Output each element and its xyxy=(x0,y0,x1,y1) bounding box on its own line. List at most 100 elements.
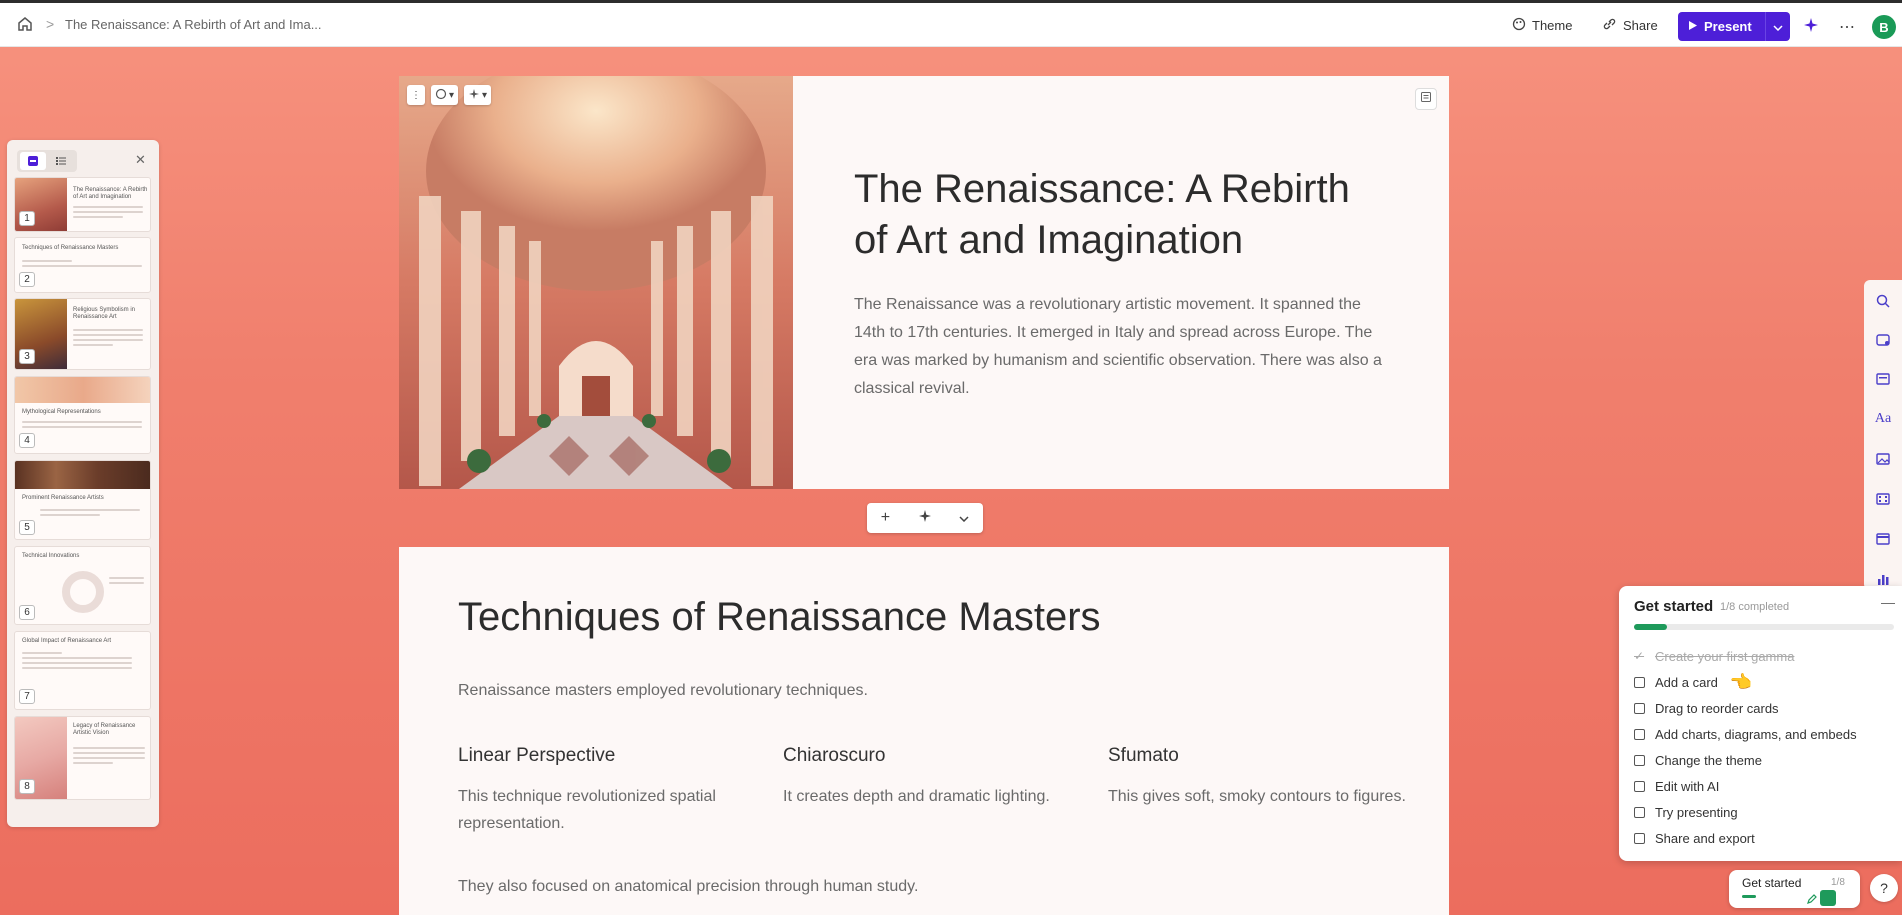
get-started-button[interactable]: Get started 1/8 xyxy=(1729,870,1860,908)
doc-title[interactable]: The Renaissance: A Rebirth of Art and Im… xyxy=(65,17,322,32)
thumbnail-number: 3 xyxy=(19,349,35,364)
card-title[interactable]: The Renaissance: A Rebirth of Art and Im… xyxy=(854,164,1374,266)
technique-column-1[interactable]: Linear Perspective This technique revolu… xyxy=(458,745,758,837)
technique-column-3[interactable]: Sfumato This gives soft, smoky contours … xyxy=(1108,745,1408,810)
card-notes-button[interactable] xyxy=(1415,88,1437,110)
image-icon[interactable] xyxy=(1874,450,1892,468)
card-ai-button[interactable]: ▾ xyxy=(464,85,492,105)
chevron-down-icon[interactable] xyxy=(959,509,969,527)
card-intro[interactable]: Renaissance masters employed revolutiona… xyxy=(458,682,868,700)
add-card-icon[interactable]: + xyxy=(881,509,890,527)
insert-tool-rail: Aa xyxy=(1864,280,1902,590)
list-view-button[interactable] xyxy=(48,152,74,170)
video-icon[interactable] xyxy=(1874,490,1892,508)
column-text: This gives soft, smoky contours to figur… xyxy=(1108,788,1406,805)
edit-icon xyxy=(1806,892,1818,910)
checklist-item-label: Add a card xyxy=(1655,674,1718,690)
ai-sparkle-icon[interactable] xyxy=(1803,17,1819,38)
checkbox[interactable] xyxy=(1634,754,1645,766)
thumbnail-title: Mythological Representations xyxy=(22,409,101,415)
chevron-down-icon: ▾ xyxy=(449,89,455,101)
theme-label: Theme xyxy=(1532,17,1573,33)
checkbox[interactable] xyxy=(1634,832,1645,844)
present-options-button[interactable] xyxy=(1766,18,1790,36)
pointing-hand-icon: 👈 xyxy=(1729,671,1753,692)
card-thumbnail-6[interactable]: Technical Innovations 6 xyxy=(14,546,151,625)
checklist: ✓ Create your first gamma Add a card 👈 Dra… xyxy=(1634,643,1857,851)
card-thumbnail-8[interactable]: Legacy of Renaissance Artistic Vision 8 xyxy=(14,716,151,800)
title-card[interactable]: ⋮ ▾ ▾ The Renaissance: A Rebirth of Art … xyxy=(399,76,1449,489)
view-toggle xyxy=(17,150,77,172)
card-image[interactable] xyxy=(399,76,793,489)
thumbnail-number: 7 xyxy=(19,689,35,704)
thumbnail-title: Prominent Renaissance Artists xyxy=(22,495,104,501)
link-icon xyxy=(1602,17,1617,34)
checkbox[interactable] xyxy=(1634,702,1645,714)
layout-icon[interactable] xyxy=(1874,331,1892,349)
checklist-item[interactable]: Share and export xyxy=(1634,825,1857,851)
checkbox[interactable] xyxy=(1634,806,1645,818)
techniques-card[interactable]: Techniques of Renaissance Masters Renais… xyxy=(399,547,1449,915)
thumbnail-title: The Renaissance: A Rebirth of Art and Im… xyxy=(73,187,148,200)
get-started-count: 1/8 xyxy=(1831,877,1845,888)
thumbnail-title: Legacy of Renaissance Artistic Vision xyxy=(73,723,136,736)
thumbnail-title: Technical Innovations xyxy=(22,553,80,559)
technique-column-2[interactable]: Chiaroscuro It creates depth and dramati… xyxy=(783,745,1083,810)
checkbox[interactable] xyxy=(1634,676,1645,688)
search-icon[interactable] xyxy=(1874,292,1892,310)
checklist-item-label: Create your first gamma xyxy=(1655,648,1795,664)
card-thumbnail-5[interactable]: Prominent Renaissance Artists 5 xyxy=(14,460,151,540)
checkbox[interactable] xyxy=(1634,780,1645,792)
card-thumbnail-3[interactable]: Religious Symbolism in Renaissance Art 3 xyxy=(14,298,151,370)
present-label: Present xyxy=(1704,19,1752,34)
embed-icon[interactable] xyxy=(1874,530,1892,548)
vertical-dots-icon: ⋮ xyxy=(411,89,421,101)
thumbnail-number: 5 xyxy=(19,520,35,535)
notes-icon xyxy=(1420,90,1432,108)
home-icon[interactable] xyxy=(16,15,34,33)
mini-progress-bar xyxy=(1742,895,1756,898)
more-options-icon[interactable]: ⋯ xyxy=(1839,17,1855,37)
thumbnail-view-button[interactable] xyxy=(20,152,46,170)
checklist-item[interactable]: Change the theme xyxy=(1634,747,1857,773)
minimize-icon[interactable]: — xyxy=(1881,594,1895,610)
checklist-item[interactable]: ✓ Create your first gamma xyxy=(1634,643,1857,669)
card-outro[interactable]: They also focused on anatomical precisio… xyxy=(458,878,918,896)
theme-button[interactable]: Theme xyxy=(1506,12,1578,38)
ai-sparkle-icon[interactable] xyxy=(918,509,932,528)
add-card-toolbar: + xyxy=(867,503,983,533)
chevron-down-icon: ▾ xyxy=(482,89,488,101)
present-button-group: Present xyxy=(1678,12,1790,41)
card-title[interactable]: Techniques of Renaissance Masters xyxy=(458,595,1101,640)
present-button[interactable]: Present xyxy=(1678,12,1766,41)
share-label: Share xyxy=(1623,17,1658,33)
column-text: This technique revolutionized spatial re… xyxy=(458,788,716,832)
checkbox[interactable] xyxy=(1634,728,1645,740)
checklist-item[interactable]: Try presenting xyxy=(1634,799,1857,825)
share-button[interactable]: Share xyxy=(1596,12,1664,38)
help-button[interactable]: ? xyxy=(1870,874,1898,902)
avatar[interactable]: B xyxy=(1872,15,1896,39)
checklist-item[interactable]: Add charts, diagrams, and embeds xyxy=(1634,721,1857,747)
card-style-button[interactable]: ▾ xyxy=(431,85,459,105)
card-body[interactable]: The Renaissance was a revolutionary arti… xyxy=(854,291,1384,403)
checklist-item-label: Add charts, diagrams, and embeds xyxy=(1655,726,1857,742)
checklist-item[interactable]: Drag to reorder cards xyxy=(1634,695,1857,721)
card-thumbnail-1[interactable]: The Renaissance: A Rebirth of Art and Im… xyxy=(14,177,151,232)
card-menu-button[interactable]: ⋮ xyxy=(407,85,425,105)
close-icon[interactable]: ✕ xyxy=(135,152,146,168)
thumbnail-number: 1 xyxy=(19,211,35,226)
play-icon xyxy=(1688,19,1698,34)
card-thumbnail-2[interactable]: Techniques of Renaissance Masters 2 xyxy=(14,237,151,293)
palette-icon xyxy=(435,88,447,103)
thumbnail-image xyxy=(15,377,150,403)
checklist-item[interactable]: Add a card 👈 xyxy=(1634,669,1857,695)
checklist-item[interactable]: Edit with AI xyxy=(1634,773,1857,799)
card-thumbnail-7[interactable]: Global Impact of Renaissance Art 7 xyxy=(14,631,151,710)
card-template-icon[interactable] xyxy=(1874,370,1892,388)
column-heading: Linear Perspective xyxy=(458,745,616,766)
card-thumbnail-4[interactable]: Mythological Representations 4 xyxy=(14,376,151,454)
text-style-icon[interactable]: Aa xyxy=(1874,410,1892,428)
thumbnail-number: 2 xyxy=(19,272,35,287)
progress-bar xyxy=(1634,624,1894,630)
